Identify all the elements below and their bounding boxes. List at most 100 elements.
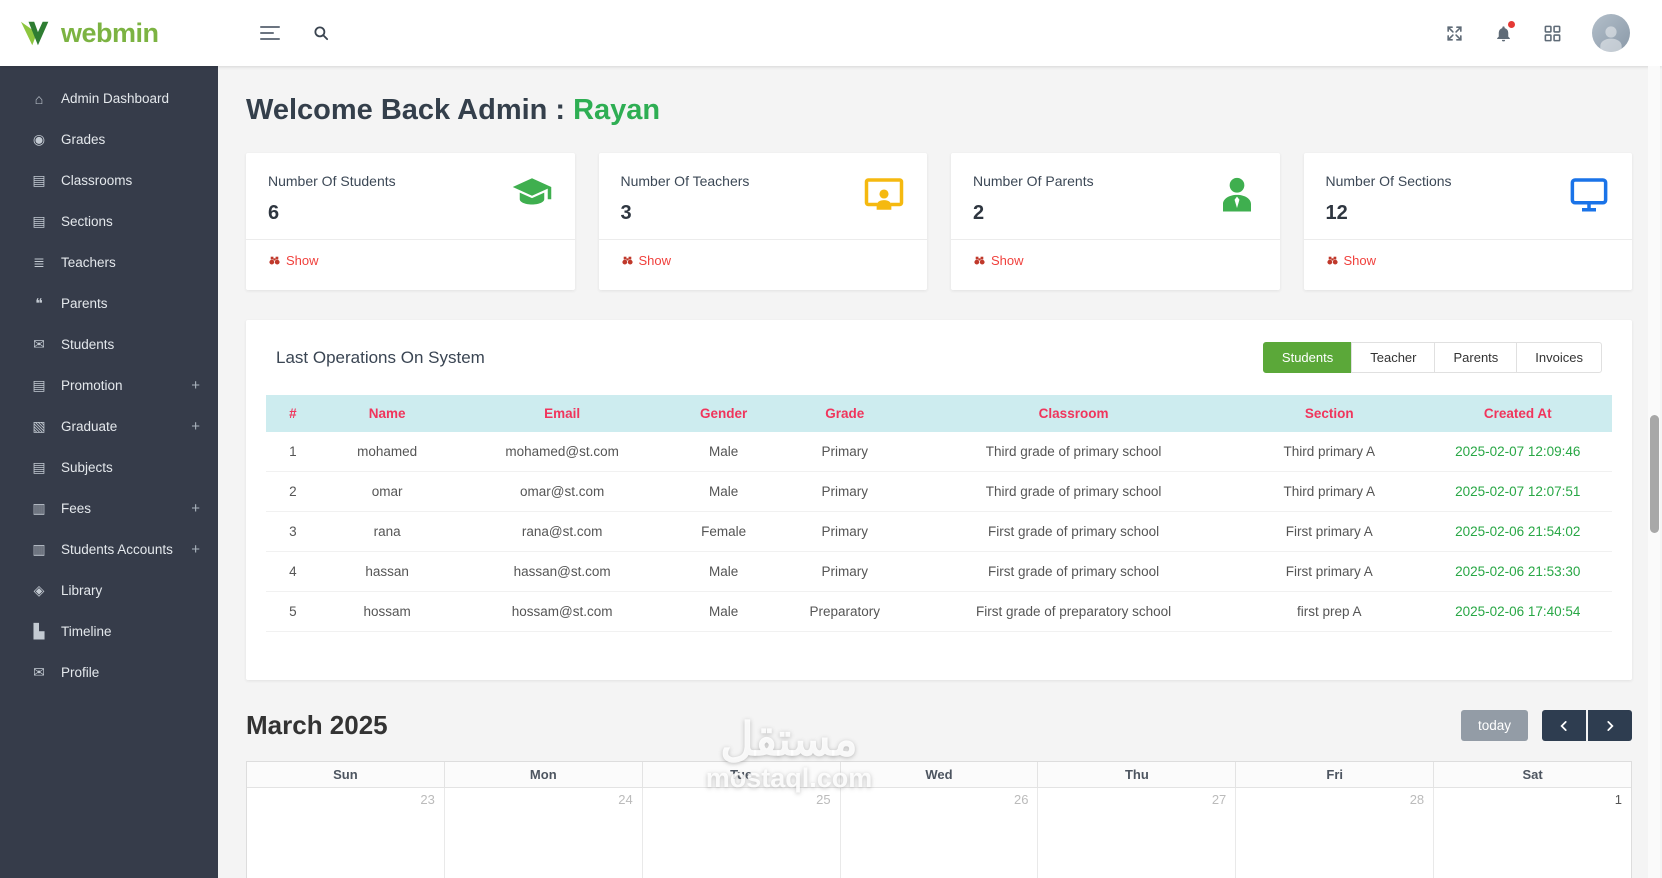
operations-tab-group: Students Teacher Parents Invoices xyxy=(1262,342,1602,373)
pin-icon: ◈ xyxy=(33,582,45,598)
sidebar-item-label: Graduate xyxy=(61,419,118,434)
tab-parents[interactable]: Parents xyxy=(1434,342,1518,373)
show-sections-link[interactable]: Show xyxy=(1326,253,1376,268)
sidebar: ⌂ Admin Dashboard ◉ Grades ▤ Classrooms … xyxy=(0,66,218,878)
tab-students[interactable]: Students xyxy=(1262,342,1353,373)
stat-value: 12 xyxy=(1325,202,1348,224)
cell-grade: Primary xyxy=(777,551,913,592)
next-month-button[interactable] xyxy=(1588,710,1632,741)
cell-name: hassan xyxy=(319,551,455,592)
cell-gender: Male xyxy=(669,432,778,472)
stat-cards-row: Number Of Students 6 Show Number Of Teac… xyxy=(246,153,1632,290)
cell-index: 2 xyxy=(266,471,320,512)
sidebar-item-profile[interactable]: ✉ Profile xyxy=(0,652,218,693)
weekday-thu: Thu xyxy=(1038,762,1237,788)
sidebar-item-label: Students xyxy=(61,337,115,352)
cell-created-at: 2025-02-07 12:09:46 xyxy=(1423,432,1612,472)
cell-classroom: First grade of preparatory school xyxy=(912,591,1236,632)
sidebar-item-label: Subjects xyxy=(61,460,113,475)
show-students-link[interactable]: Show xyxy=(268,253,319,268)
panel-title: Last Operations On System xyxy=(276,347,485,367)
user-avatar[interactable] xyxy=(1592,14,1630,52)
sidebar-item-sections[interactable]: ▤ Sections xyxy=(0,201,218,242)
sidebar-item-classrooms[interactable]: ▤ Classrooms xyxy=(0,160,218,201)
binoculars-icon xyxy=(974,256,985,265)
table-row: 3 rana rana@st.com Female Primary First … xyxy=(266,511,1612,552)
cell-index: 4 xyxy=(266,551,320,592)
sidebar-item-admin-dashboard[interactable]: ⌂ Admin Dashboard xyxy=(0,78,218,119)
col-header-classroom: Classroom xyxy=(912,395,1236,432)
cell-email: rana@st.com xyxy=(454,511,670,552)
cell-section: First primary A xyxy=(1235,551,1424,592)
show-teachers-link[interactable]: Show xyxy=(621,253,671,268)
col-header-created-at: Created At xyxy=(1423,395,1612,432)
avatar-silhouette-icon xyxy=(1600,26,1622,52)
sidebar-item-students-accounts[interactable]: ▥ Students Accounts + xyxy=(0,529,218,570)
sidebar-item-students[interactable]: ✉ Students xyxy=(0,324,218,365)
table-row: 4 hassan hassan@st.com Male Primary Firs… xyxy=(266,551,1612,592)
cell-created-at: 2025-02-06 17:40:54 xyxy=(1423,591,1612,632)
prev-month-button[interactable] xyxy=(1542,710,1586,741)
sidebar-item-label: Profile xyxy=(61,665,100,680)
list-icon: ≣ xyxy=(33,254,45,270)
main-content: Welcome Back Admin : Rayan Number Of Stud… xyxy=(218,66,1662,878)
sidebar-item-label: Fees xyxy=(61,501,92,516)
calendar-day-cell[interactable]: 25 xyxy=(642,788,841,878)
sidebar-item-promotion[interactable]: ▤ Promotion + xyxy=(0,365,218,406)
calendar-day-cell[interactable]: 24 xyxy=(444,788,643,878)
sidebar-item-library[interactable]: ◈ Library xyxy=(0,570,218,611)
weekday-mon: Mon xyxy=(444,762,643,788)
notification-dot xyxy=(1508,20,1515,28)
calendar-day-cell[interactable]: 28 xyxy=(1236,788,1435,878)
cell-gender: Male xyxy=(669,591,778,632)
cell-index: 3 xyxy=(266,511,320,552)
menu-toggle-icon[interactable] xyxy=(256,22,284,44)
expand-plus-icon[interactable]: + xyxy=(191,500,200,517)
apps-grid-icon[interactable] xyxy=(1543,24,1562,43)
cell-email: omar@st.com xyxy=(454,471,670,512)
cell-name: rana xyxy=(319,511,455,552)
scrollbar-thumb[interactable] xyxy=(1650,415,1659,533)
binoculars-icon xyxy=(621,256,633,265)
cell-name: omar xyxy=(319,471,455,512)
brand-logo[interactable]: webmin xyxy=(0,18,218,49)
sidebar-item-label: Classrooms xyxy=(61,173,133,188)
chevron-right-icon xyxy=(1607,720,1614,731)
sidebar-item-timeline[interactable]: ▙ Timeline xyxy=(0,611,218,652)
sidebar-item-grades[interactable]: ◉ Grades xyxy=(0,119,218,160)
fullscreen-icon[interactable] xyxy=(1445,24,1464,43)
show-label: Show xyxy=(286,253,319,268)
card-icon: ▥ xyxy=(32,541,46,557)
sidebar-item-parents[interactable]: ❝ Parents xyxy=(0,283,218,324)
col-header-email: Email xyxy=(454,395,670,432)
expand-plus-icon[interactable]: + xyxy=(191,377,200,394)
page-title: Welcome Back Admin : Rayan xyxy=(246,94,1632,127)
tab-teacher[interactable]: Teacher xyxy=(1351,342,1436,373)
cell-created-at: 2025-02-07 12:07:51 xyxy=(1423,471,1612,512)
chart-icon: ▙ xyxy=(33,623,45,639)
sidebar-item-subjects[interactable]: ▤ Subjects xyxy=(0,447,218,488)
calendar-day-cell[interactable]: 26 xyxy=(840,788,1039,878)
calendar-day-cell[interactable]: 27 xyxy=(1038,788,1237,878)
sidebar-item-fees[interactable]: ▥ Fees + xyxy=(0,488,218,529)
sidebar-item-teachers[interactable]: ≣ Teachers xyxy=(0,242,218,283)
calendar-day-cell[interactable]: 23 xyxy=(247,788,445,878)
notifications-bell-icon[interactable] xyxy=(1494,20,1515,43)
binoculars-icon xyxy=(1326,256,1338,265)
today-button[interactable]: today xyxy=(1460,710,1528,741)
search-icon[interactable] xyxy=(312,24,330,42)
expand-plus-icon[interactable]: + xyxy=(191,418,200,435)
card-icon: ▥ xyxy=(32,500,46,516)
tab-invoices[interactable]: Invoices xyxy=(1516,342,1602,373)
stat-card-parents: Number Of Parents 2 Show xyxy=(951,153,1280,290)
col-header-name: Name xyxy=(319,395,455,432)
operations-table: # Name Email Gender Grade Classroom Sect… xyxy=(266,395,1612,632)
graduate-icon xyxy=(512,178,551,205)
show-parents-link[interactable]: Show xyxy=(973,253,1024,268)
cell-created-at: 2025-02-06 21:54:02 xyxy=(1423,511,1612,552)
sidebar-item-graduate[interactable]: ▧ Graduate + xyxy=(0,406,218,447)
weekday-sat: Sat xyxy=(1434,762,1632,788)
expand-plus-icon[interactable]: + xyxy=(191,541,200,558)
table-row: 2 omar omar@st.com Male Primary Third gr… xyxy=(266,471,1612,512)
calendar-day-cell[interactable]: 1 xyxy=(1434,788,1632,878)
